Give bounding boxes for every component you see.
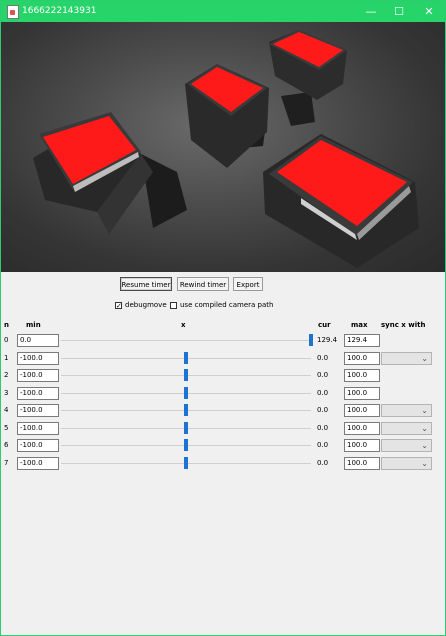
min-field[interactable]: -100.0 [17, 387, 59, 400]
max-field[interactable]: 129.4 [344, 334, 380, 347]
slider-thumb[interactable] [184, 404, 188, 416]
window-content: 1666222143931 — ☐ ✕ Resume timer Rewind … [1, 1, 445, 635]
row-index: 6 [4, 441, 9, 449]
cur-value: 129.4 [317, 336, 338, 344]
chevron-down-icon: ⌄ [421, 406, 428, 415]
row-index: 5 [4, 424, 9, 432]
max-field[interactable]: 100.0 [344, 369, 380, 382]
min-field[interactable]: -100.0 [17, 439, 59, 452]
sync-select[interactable]: ⌄ [381, 422, 432, 435]
rewind-timer-button[interactable]: Rewind timer [177, 277, 229, 291]
min-field[interactable]: -100.0 [17, 352, 59, 365]
row-index: 2 [4, 371, 9, 379]
header-sync: sync x with [381, 321, 426, 329]
sync-select[interactable]: ⌄ [381, 439, 432, 452]
compiled-camera-path-checkbox[interactable] [170, 302, 177, 309]
slider-thumb[interactable] [184, 457, 188, 469]
slider-thumb[interactable] [184, 422, 188, 434]
header-max: max [351, 321, 368, 329]
minimize-icon[interactable]: — [356, 1, 386, 22]
slider-track [61, 340, 311, 341]
resume-timer-button[interactable]: Resume timer [120, 277, 172, 291]
sync-select[interactable]: ⌄ [381, 404, 432, 417]
chevron-down-icon: ⌄ [421, 354, 428, 363]
max-field[interactable]: 100.0 [344, 404, 380, 417]
debugmove-label: debugmove [125, 301, 167, 309]
cur-value: 0.0 [317, 406, 329, 414]
sync-select[interactable]: ⌄ [381, 352, 432, 365]
min-field[interactable]: -100.0 [17, 404, 59, 417]
slider-thumb[interactable] [309, 334, 313, 346]
slider-thumb[interactable] [184, 369, 188, 381]
row-index: 4 [4, 406, 9, 414]
header-n: n [4, 321, 9, 329]
header-x: x [181, 321, 186, 329]
cur-value: 0.0 [317, 424, 329, 432]
3d-scene [33, 30, 419, 268]
max-field[interactable]: 100.0 [344, 457, 380, 470]
slider-thumb[interactable] [184, 439, 188, 451]
min-field[interactable]: 0.0 [17, 334, 59, 347]
debugmove-checkbox[interactable]: ✓ [115, 302, 122, 310]
export-button[interactable]: Export [233, 277, 263, 291]
maximize-icon[interactable]: ☐ [384, 1, 414, 22]
chevron-down-icon: ⌄ [421, 441, 428, 450]
cube-3 [269, 30, 347, 126]
cur-value: 0.0 [317, 459, 329, 467]
chevron-down-icon: ⌄ [421, 459, 428, 468]
max-field[interactable]: 100.0 [344, 439, 380, 452]
control-panel [1, 272, 445, 635]
cur-value: 0.0 [317, 441, 329, 449]
slider-thumb[interactable] [184, 352, 188, 364]
sync-select[interactable]: ⌄ [381, 457, 432, 470]
min-field[interactable]: -100.0 [17, 457, 59, 470]
row-index: 3 [4, 389, 9, 397]
window-title: 1666222143931 [22, 6, 97, 16]
cur-value: 0.0 [317, 354, 329, 362]
max-field[interactable]: 100.0 [344, 422, 380, 435]
compiled-camera-path-label: use compiled camera path [180, 301, 274, 309]
3d-viewport[interactable] [1, 22, 445, 272]
min-field[interactable]: -100.0 [17, 422, 59, 435]
max-field[interactable]: 100.0 [344, 387, 380, 400]
cur-value: 0.0 [317, 389, 329, 397]
row-index: 7 [4, 459, 9, 467]
chevron-down-icon: ⌄ [421, 424, 428, 433]
title-bar[interactable]: 1666222143931 — ☐ ✕ [1, 1, 445, 22]
java-app-icon [7, 5, 19, 19]
row-index: 0 [4, 336, 9, 344]
cur-value: 0.0 [317, 371, 329, 379]
min-field[interactable]: -100.0 [17, 369, 59, 382]
row-index: 1 [4, 354, 9, 362]
cube-2 [185, 64, 269, 168]
header-cur: cur [318, 321, 331, 329]
max-field[interactable]: 100.0 [344, 352, 380, 365]
cube-1 [33, 112, 187, 234]
app-window: 1666222143931 — ☐ ✕ Resume timer Rewind … [0, 0, 446, 636]
cube-4 [263, 134, 419, 268]
close-icon[interactable]: ✕ [414, 1, 444, 22]
header-min: min [26, 321, 41, 329]
slider-thumb[interactable] [184, 387, 188, 399]
